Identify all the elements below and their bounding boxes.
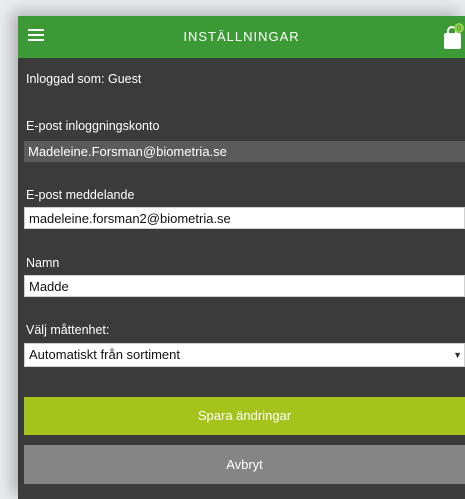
chevron-down-icon: ▼	[453, 350, 462, 360]
settings-screen: INSTÄLLNINGAR 0 Inloggad som: Guest E-po…	[18, 16, 465, 499]
page-title: INSTÄLLNINGAR	[183, 29, 300, 44]
unit-select[interactable]: Automatiskt från sortiment ▼	[24, 343, 465, 367]
logged-in-text: Inloggad som: Guest	[26, 72, 142, 86]
save-button[interactable]: Spara ändringar	[24, 397, 465, 435]
shopping-bag-icon[interactable]: 0	[443, 22, 465, 50]
unit-select-value: Automatiskt från sortiment	[29, 347, 180, 362]
login-email-label: E-post inloggningskonto	[26, 119, 160, 133]
login-email-value: Madeleine.Forsman@biometria.se	[24, 141, 465, 162]
cart-badge: 0	[457, 26, 461, 33]
name-label: Namn	[26, 256, 60, 270]
message-email-label: E-post meddelande	[26, 188, 135, 202]
name-input[interactable]	[24, 275, 465, 297]
app-header: INSTÄLLNINGAR 0	[18, 16, 465, 58]
cancel-button[interactable]: Avbryt	[24, 445, 465, 484]
unit-label: Välj måttenhet:	[26, 323, 110, 337]
message-email-input[interactable]	[24, 207, 465, 229]
